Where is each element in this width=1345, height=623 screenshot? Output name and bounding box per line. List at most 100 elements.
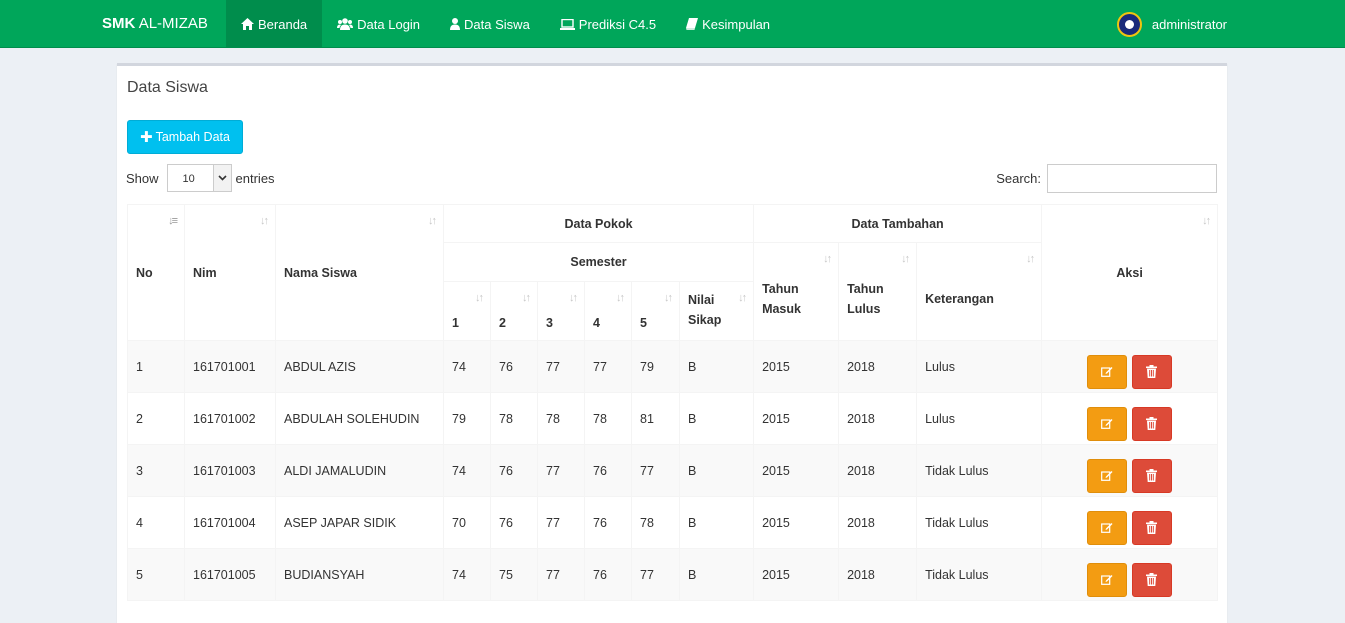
cell-semester-5: 77: [631, 548, 680, 601]
cell-semester-2: 76: [490, 444, 538, 497]
edit-icon: [1101, 471, 1113, 481]
school-logo-icon: [1116, 11, 1142, 37]
cell-semester-5: 77: [631, 444, 680, 497]
delete-button[interactable]: [1131, 510, 1172, 545]
header-nim[interactable]: ↓↑ Nim: [184, 204, 276, 341]
cell-semester-1: 74: [443, 548, 491, 601]
cell-aksi: [1041, 548, 1219, 601]
sort-icon: ↓↑: [664, 292, 673, 304]
header-no[interactable]: ↓≡ No: [127, 204, 185, 341]
header-semester: Semester: [442, 242, 755, 282]
header-semester-2[interactable]: ↓↑ 2: [490, 281, 538, 341]
cell-semester-5: 78: [631, 496, 680, 549]
data-siswa-box: Data Siswa ✚ Tambah Data Show 10 entries…: [117, 63, 1227, 623]
header-aksi[interactable]: ↓↑ Aksi: [1041, 204, 1219, 341]
header-semester-4[interactable]: ↓↑ 4: [584, 281, 632, 341]
header-semester-5[interactable]: ↓↑ 5: [631, 281, 680, 341]
cell-tahun-lulus: 2018: [838, 548, 918, 601]
cell-keterangan: Tidak Lulus: [916, 444, 1043, 497]
cell-semester-3: 77: [537, 444, 585, 497]
edit-icon: [1101, 575, 1113, 585]
cell-nama: ABDULAH SOLEHUDIN: [275, 392, 444, 445]
cell-tahun-masuk: 2015: [753, 392, 840, 445]
table-row: 4 161701004 ASEP JAPAR SIDIK 70 76 77 76…: [127, 496, 1219, 549]
sort-icon: ↓↑: [428, 215, 437, 227]
edit-button[interactable]: [1087, 354, 1128, 389]
edit-button[interactable]: [1087, 406, 1128, 441]
cell-semester-1: 74: [443, 340, 491, 393]
nav-item-data-siswa[interactable]: Data Siswa: [435, 0, 545, 48]
user-menu[interactable]: administrator: [1116, 0, 1227, 48]
header-tahun-lulus[interactable]: ↓↑ Tahun Lulus: [838, 242, 918, 341]
cell-semester-4: 76: [584, 496, 632, 549]
trash-icon: [1146, 521, 1158, 534]
nav-item-kesimpulan[interactable]: Kesimpulan: [671, 0, 785, 48]
delete-button[interactable]: [1131, 354, 1172, 389]
laptop-icon: [559, 18, 575, 30]
delete-button[interactable]: [1131, 406, 1172, 441]
edit-button[interactable]: [1087, 562, 1128, 597]
sort-icon: ↓↑: [260, 215, 269, 227]
search-label: Search:: [996, 171, 1041, 186]
nav-item-label: Beranda: [258, 16, 308, 32]
header-nama[interactable]: ↓↑ Nama Siswa: [275, 204, 444, 341]
trash-icon: [1146, 469, 1158, 482]
edit-button[interactable]: [1087, 458, 1128, 493]
edit-icon: [1101, 523, 1113, 533]
header-nilai-sikap[interactable]: ↓↑ Nilai Sikap: [678, 281, 755, 341]
search-input[interactable]: [1047, 164, 1217, 193]
nav-item-beranda[interactable]: Beranda: [226, 0, 323, 48]
sort-asc-icon: ↓≡: [168, 215, 178, 227]
sort-icon: ↓↑: [616, 292, 625, 304]
cell-keterangan: Tidak Lulus: [916, 548, 1043, 601]
cell-aksi: [1041, 392, 1219, 445]
edit-button[interactable]: [1087, 510, 1128, 545]
cell-nilai-sikap: B: [678, 340, 755, 393]
header-keterangan[interactable]: ↓↑ Keterangan: [916, 242, 1043, 341]
book-icon: [686, 18, 699, 30]
cell-tahun-lulus: 2018: [838, 496, 918, 549]
brand-bold: SMK: [102, 15, 136, 32]
cell-semester-2: 76: [490, 496, 538, 549]
table-row: 1 161701001 ABDUL AZIS 74 76 77 77 79 B …: [127, 340, 1219, 393]
entries-label: entries: [235, 170, 275, 186]
cell-aksi: [1041, 444, 1219, 497]
nav-item-data-login[interactable]: Data Login: [322, 0, 435, 48]
trash-icon: [1146, 573, 1158, 586]
show-label: Show: [126, 170, 159, 186]
cell-no: 2: [127, 392, 185, 445]
cell-semester-2: 75: [490, 548, 538, 601]
main-nav: Beranda Data Login Data Siswa Prediksi C…: [226, 0, 785, 48]
cell-semester-3: 77: [537, 340, 585, 393]
cell-keterangan: Tidak Lulus: [916, 496, 1043, 549]
brand-logo-text[interactable]: SMK AL-MIZAB: [102, 0, 208, 48]
cell-nim: 161701005: [184, 548, 276, 601]
sort-icon: ↓↑: [823, 253, 832, 265]
cell-aksi: [1041, 496, 1219, 549]
cell-tahun-lulus: 2018: [838, 444, 918, 497]
cell-semester-3: 78: [537, 392, 585, 445]
cell-nilai-sikap: B: [678, 548, 755, 601]
edit-icon: [1101, 367, 1113, 377]
add-data-label: Tambah Data: [155, 130, 230, 144]
plus-icon: ✚: [140, 129, 153, 146]
nav-item-prediksi[interactable]: Prediksi C4.5: [545, 0, 671, 48]
cell-nama: BUDIANSYAH: [275, 548, 444, 601]
sort-icon: ↓↑: [901, 253, 910, 265]
cell-semester-1: 70: [443, 496, 491, 549]
entries-length-control: Show 10 entries: [126, 164, 275, 192]
cell-semester-3: 77: [537, 548, 585, 601]
entries-select[interactable]: 10: [166, 164, 232, 192]
nav-item-label: Data Login: [357, 16, 421, 32]
header-semester-1[interactable]: ↓↑ 1: [443, 281, 491, 341]
delete-button[interactable]: [1131, 562, 1172, 597]
delete-button[interactable]: [1131, 458, 1172, 493]
cell-semester-1: 74: [443, 444, 491, 497]
sort-icon: ↓↑: [475, 292, 484, 304]
header-tahun-masuk[interactable]: ↓↑ Tahun Masuk: [753, 242, 840, 341]
top-navbar: SMK AL-MIZAB Beranda Data Login Data Sis…: [0, 0, 1345, 48]
header-semester-3[interactable]: ↓↑ 3: [537, 281, 585, 341]
cell-no: 4: [127, 496, 185, 549]
nav-item-label: Data Siswa: [464, 16, 530, 32]
add-data-button[interactable]: ✚ Tambah Data: [127, 120, 243, 154]
